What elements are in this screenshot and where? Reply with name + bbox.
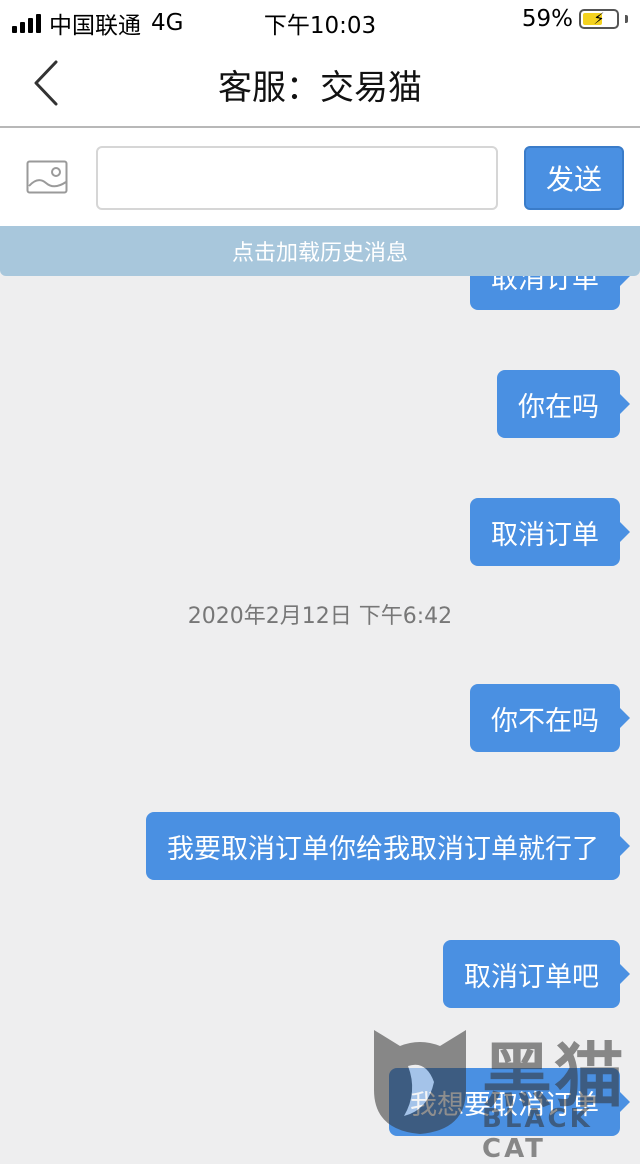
message-bubble[interactable]: 你在吗 [497, 370, 630, 438]
message-bubble[interactable]: 我要取消订单你给我取消订单就行了 [146, 812, 630, 880]
battery-percent: 59% [521, 6, 573, 32]
composer-bar: 发送 [0, 128, 640, 226]
charging-icon: ⚡ [593, 9, 605, 28]
watermark-en: BLACK CAT [482, 1104, 593, 1164]
watermark: 黑猫 BLACK CAT [370, 1020, 640, 1164]
image-button[interactable] [26, 160, 68, 194]
battery-icon: ⚡ [579, 9, 619, 29]
message-timestamp: 2020年2月12日 下午6:42 [187, 604, 453, 629]
page-title: 客服：交易猫 [218, 68, 422, 108]
message-input[interactable] [96, 146, 498, 210]
status-right: 59% ⚡ [522, 6, 628, 32]
message-bubble[interactable]: 你不在吗 [470, 684, 630, 752]
load-history-button[interactable]: 点击加载历史消息 [0, 226, 640, 276]
chat-area[interactable]: 点击加载历史消息 取消订单 你在吗 取消订单 2020年2月12日 下午6:42… [0, 226, 640, 1136]
black-cat-logo-icon [374, 1030, 466, 1134]
battery-cap [625, 15, 628, 23]
status-bar: 中国联通 4G 下午10:03 59% ⚡ [0, 0, 640, 40]
message-bubble[interactable]: 取消订单 [470, 498, 630, 566]
nav-bar: 客服：交易猫 [0, 40, 640, 128]
image-icon [26, 160, 68, 194]
message-bubble[interactable]: 取消订单吧 [443, 940, 630, 1008]
send-button[interactable]: 发送 [524, 146, 624, 210]
